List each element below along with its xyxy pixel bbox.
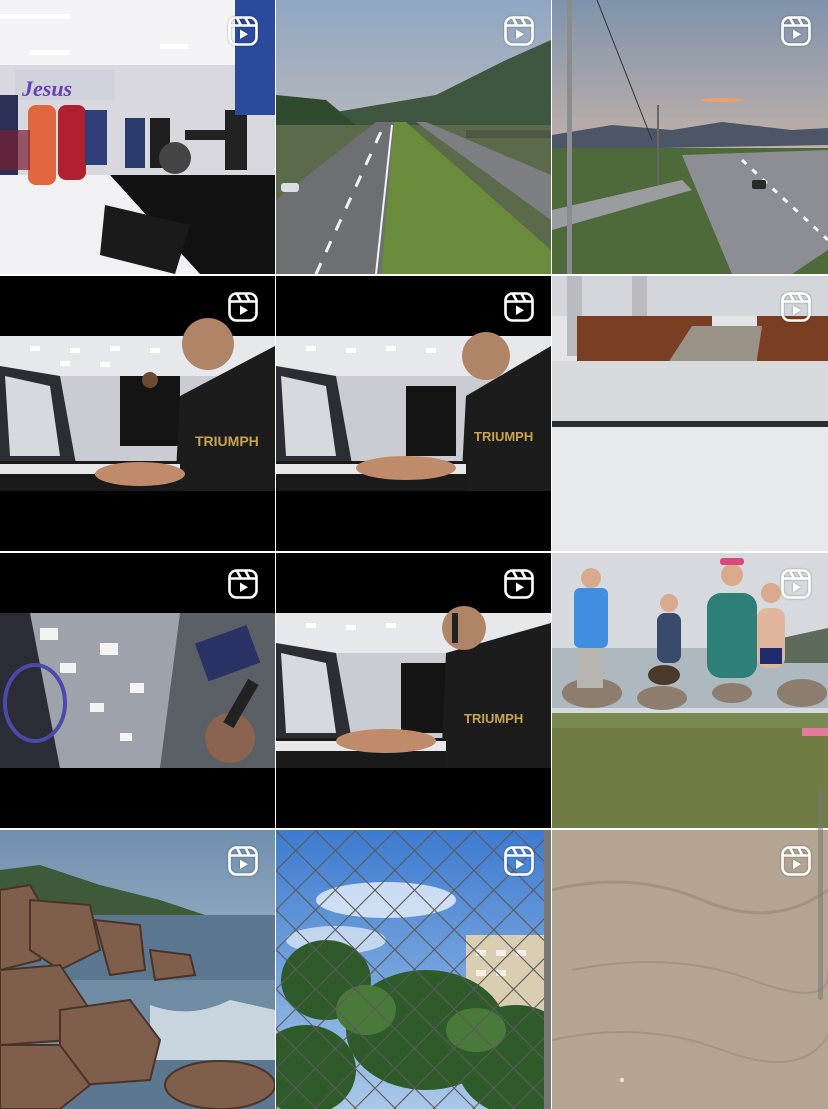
reel-tile[interactable] <box>0 553 275 828</box>
reels-icon <box>503 15 535 47</box>
reels-icon <box>227 845 259 877</box>
reels-icon <box>227 568 259 600</box>
reels-icon <box>780 845 812 877</box>
reel-tile[interactable]: Jesus <box>0 0 275 274</box>
reels-icon <box>780 291 812 323</box>
reels-icon <box>780 568 812 600</box>
vertical-scrollbar[interactable] <box>818 790 823 1000</box>
reel-tile[interactable] <box>276 0 551 274</box>
reels-icon <box>503 291 535 323</box>
reels-grid: Jesus TRIUMPH TRIUMPH TRIUMPH <box>0 0 828 1109</box>
reel-tile[interactable] <box>552 830 828 1109</box>
reels-icon <box>503 568 535 600</box>
reel-tile[interactable] <box>276 830 551 1109</box>
reels-icon <box>780 15 812 47</box>
reel-tile[interactable] <box>552 553 828 828</box>
reel-tile[interactable]: TRIUMPH <box>276 553 551 828</box>
reels-icon <box>227 291 259 323</box>
reel-tile[interactable] <box>552 0 828 274</box>
shirt-logo: TRIUMPH <box>474 429 533 444</box>
reel-tile[interactable] <box>0 830 275 1109</box>
reels-icon <box>227 15 259 47</box>
shirt-logo: TRIUMPH <box>464 711 523 726</box>
reel-tile[interactable]: TRIUMPH <box>0 276 275 551</box>
reels-icon <box>503 845 535 877</box>
reel-tile[interactable]: TRIUMPH <box>276 276 551 551</box>
reel-tile[interactable] <box>552 276 828 551</box>
jesus-sign: Jesus <box>21 76 72 101</box>
shirt-logo: TRIUMPH <box>195 433 259 449</box>
